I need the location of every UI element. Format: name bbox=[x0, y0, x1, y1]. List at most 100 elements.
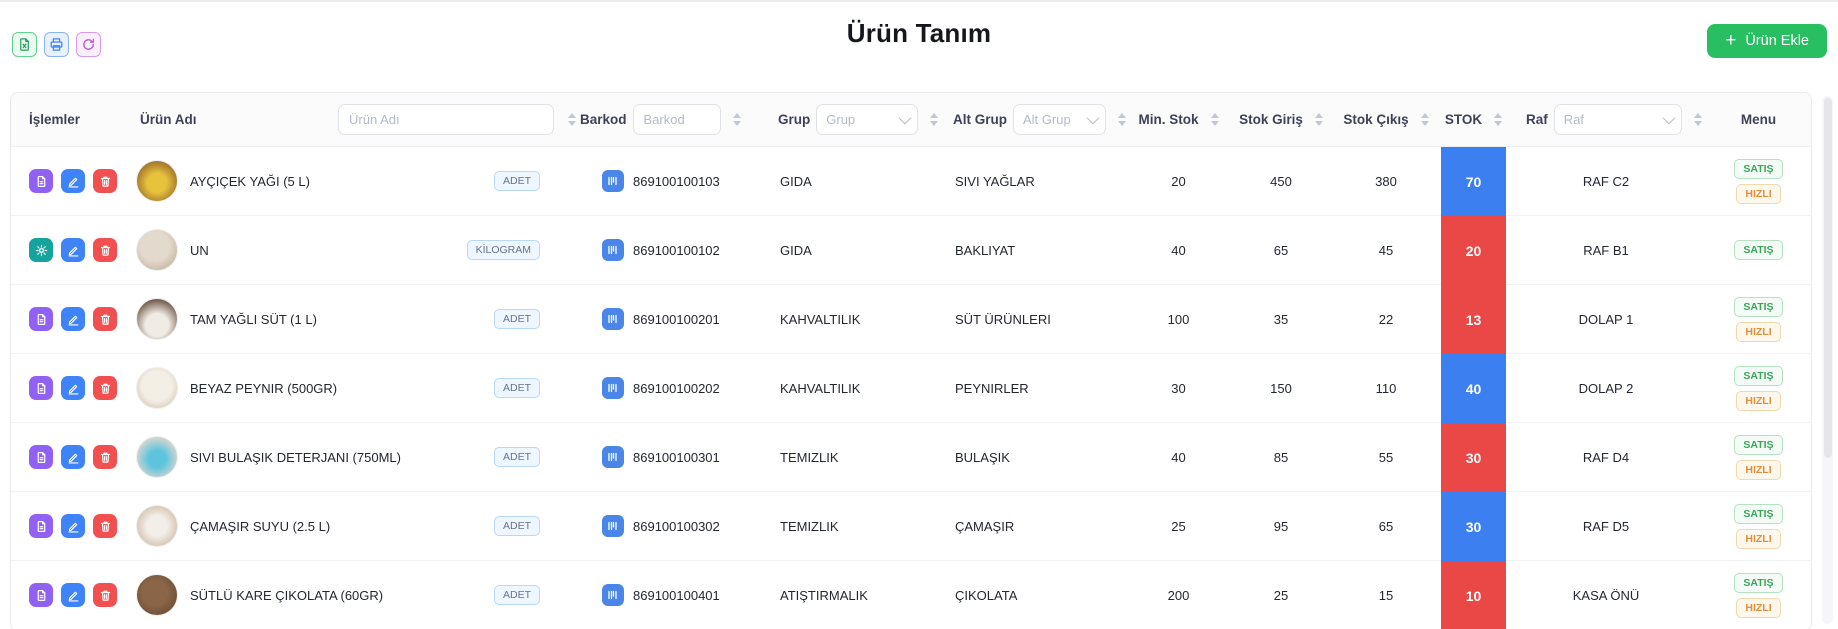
vertical-scrollbar[interactable] bbox=[1822, 96, 1833, 624]
detail-button[interactable] bbox=[29, 445, 53, 469]
grup-cell: KAHVALTILIK bbox=[766, 285, 941, 354]
hizli-badge-button[interactable]: HIZLI bbox=[1736, 528, 1781, 549]
alt-grup-cell: PEYNIRLER bbox=[941, 354, 1126, 423]
stok-cell: 40 bbox=[1441, 354, 1506, 423]
delete-button[interactable] bbox=[93, 169, 117, 193]
stok-giris-cell: 25 bbox=[1231, 561, 1331, 629]
barcode-value: 869100100302 bbox=[633, 518, 720, 534]
barcode-cell: 869100100401 bbox=[576, 561, 766, 629]
barcode-value: 869100100103 bbox=[633, 173, 720, 189]
stok-cell: 30 bbox=[1441, 492, 1506, 561]
row-actions bbox=[11, 147, 136, 216]
sort-icon[interactable] bbox=[930, 113, 939, 126]
hizli-badge-button[interactable]: HIZLI bbox=[1736, 321, 1781, 342]
product-name: ÇAMAŞIR SUYU (2.5 L) bbox=[190, 518, 331, 534]
hizli-badge-button[interactable]: HIZLI bbox=[1736, 183, 1781, 204]
edit-button[interactable] bbox=[61, 307, 85, 331]
detail-button[interactable] bbox=[29, 583, 53, 607]
add-product-button[interactable]: + Ürün Ekle bbox=[1707, 24, 1827, 58]
sort-icon[interactable] bbox=[1118, 113, 1126, 126]
min-stok-cell: 200 bbox=[1126, 561, 1231, 629]
barcode-icon bbox=[602, 515, 624, 537]
grup-cell: ATIŞTIRMALIK bbox=[766, 561, 941, 629]
edit-icon bbox=[67, 520, 80, 533]
barcode-icon bbox=[602, 239, 624, 261]
alt-grup-cell: SIVI YAĞLAR bbox=[941, 147, 1126, 216]
hizli-badge-button[interactable]: HIZLI bbox=[1736, 390, 1781, 411]
menu-cell: SATIŞ HIZLI bbox=[1706, 354, 1811, 423]
sati--badge-button[interactable]: SATIŞ bbox=[1734, 572, 1783, 593]
settings-button[interactable] bbox=[29, 238, 53, 262]
delete-button[interactable] bbox=[93, 307, 117, 331]
column-header-raf: Raf Raf bbox=[1506, 93, 1706, 146]
sati--badge-button[interactable]: SATIŞ bbox=[1734, 434, 1783, 455]
raf-filter-select[interactable]: Raf bbox=[1553, 104, 1682, 135]
detail-button[interactable] bbox=[29, 169, 53, 193]
delete-button[interactable] bbox=[93, 238, 117, 262]
sati--badge-button[interactable]: SATIŞ bbox=[1734, 365, 1783, 386]
hizli-badge-button[interactable]: HIZLI bbox=[1736, 459, 1781, 480]
sati--badge-button[interactable]: SATIŞ bbox=[1734, 296, 1783, 317]
product-cell: AYÇIÇEK YAĞI (5 L) ADET bbox=[136, 147, 576, 216]
barkod-filter-input[interactable] bbox=[632, 104, 721, 135]
row-actions bbox=[11, 354, 136, 423]
edit-button[interactable] bbox=[61, 445, 85, 469]
sati--badge-button[interactable]: SATIŞ bbox=[1734, 503, 1783, 524]
edit-button[interactable] bbox=[61, 583, 85, 607]
product-cell: SÜTLÜ KARE ÇIKOLATA (60GR) ADET bbox=[136, 561, 576, 629]
delete-button[interactable] bbox=[93, 583, 117, 607]
alt-grup-filter-select[interactable]: Alt Grup bbox=[1013, 104, 1106, 135]
sort-icon[interactable] bbox=[1494, 113, 1503, 126]
sort-icon[interactable] bbox=[1420, 113, 1429, 126]
column-header-min-stok: Min. Stok bbox=[1126, 93, 1231, 146]
stok-cikis-cell: 22 bbox=[1331, 285, 1441, 354]
stok-cell: 10 bbox=[1441, 561, 1506, 629]
detail-button[interactable] bbox=[29, 514, 53, 538]
barcode-icon bbox=[602, 170, 624, 192]
barcode-cell: 869100100301 bbox=[576, 423, 766, 492]
stok-cikis-cell: 55 bbox=[1331, 423, 1441, 492]
scrollbar-thumb[interactable] bbox=[1823, 98, 1832, 458]
sort-icon[interactable] bbox=[568, 113, 576, 126]
product-image bbox=[136, 160, 178, 202]
edit-button[interactable] bbox=[61, 376, 85, 400]
barcode-value: 869100100301 bbox=[633, 449, 720, 465]
stok-giris-cell: 65 bbox=[1231, 216, 1331, 285]
edit-button[interactable] bbox=[61, 238, 85, 262]
sort-icon[interactable] bbox=[1314, 113, 1323, 126]
alt-grup-cell: SÜT ÜRÜNLERI bbox=[941, 285, 1126, 354]
document-icon bbox=[35, 382, 48, 395]
sati--badge-button[interactable]: SATIŞ bbox=[1734, 158, 1783, 179]
product-name: AYÇIÇEK YAĞI (5 L) bbox=[190, 173, 310, 189]
product-image bbox=[136, 505, 178, 547]
stok-cell: 13 bbox=[1441, 285, 1506, 354]
raf-cell: DOLAP 1 bbox=[1506, 285, 1706, 354]
sort-icon[interactable] bbox=[732, 113, 741, 126]
delete-button[interactable] bbox=[93, 445, 117, 469]
sort-icon[interactable] bbox=[1210, 113, 1219, 126]
detail-button[interactable] bbox=[29, 376, 53, 400]
product-image bbox=[136, 229, 178, 271]
unit-badge: ADET bbox=[493, 516, 540, 536]
barcode-cell: 869100100201 bbox=[576, 285, 766, 354]
hizli-badge-button[interactable]: HIZLI bbox=[1736, 597, 1781, 618]
column-header-stok: STOK bbox=[1441, 93, 1506, 146]
sort-icon[interactable] bbox=[1693, 113, 1702, 126]
edit-icon bbox=[67, 244, 80, 257]
edit-button[interactable] bbox=[61, 169, 85, 193]
barcode-cell: 869100100302 bbox=[576, 492, 766, 561]
unit-badge: ADET bbox=[493, 309, 540, 329]
menu-cell: SATIŞ HIZLI bbox=[1706, 492, 1811, 561]
column-header-alt-grup: Alt Grup Alt Grup bbox=[941, 93, 1126, 146]
delete-button[interactable] bbox=[93, 376, 117, 400]
detail-button[interactable] bbox=[29, 307, 53, 331]
row-actions bbox=[11, 285, 136, 354]
sati--badge-button[interactable]: SATIŞ bbox=[1734, 240, 1783, 260]
urun-adi-filter-input[interactable] bbox=[338, 104, 554, 135]
grup-cell: GIDA bbox=[766, 147, 941, 216]
table-body: AYÇIÇEK YAĞI (5 L) ADET 869100100103 GID… bbox=[11, 147, 1811, 629]
stok-giris-cell: 150 bbox=[1231, 354, 1331, 423]
delete-button[interactable] bbox=[93, 514, 117, 538]
edit-button[interactable] bbox=[61, 514, 85, 538]
grup-filter-select[interactable]: Grup bbox=[816, 104, 919, 135]
